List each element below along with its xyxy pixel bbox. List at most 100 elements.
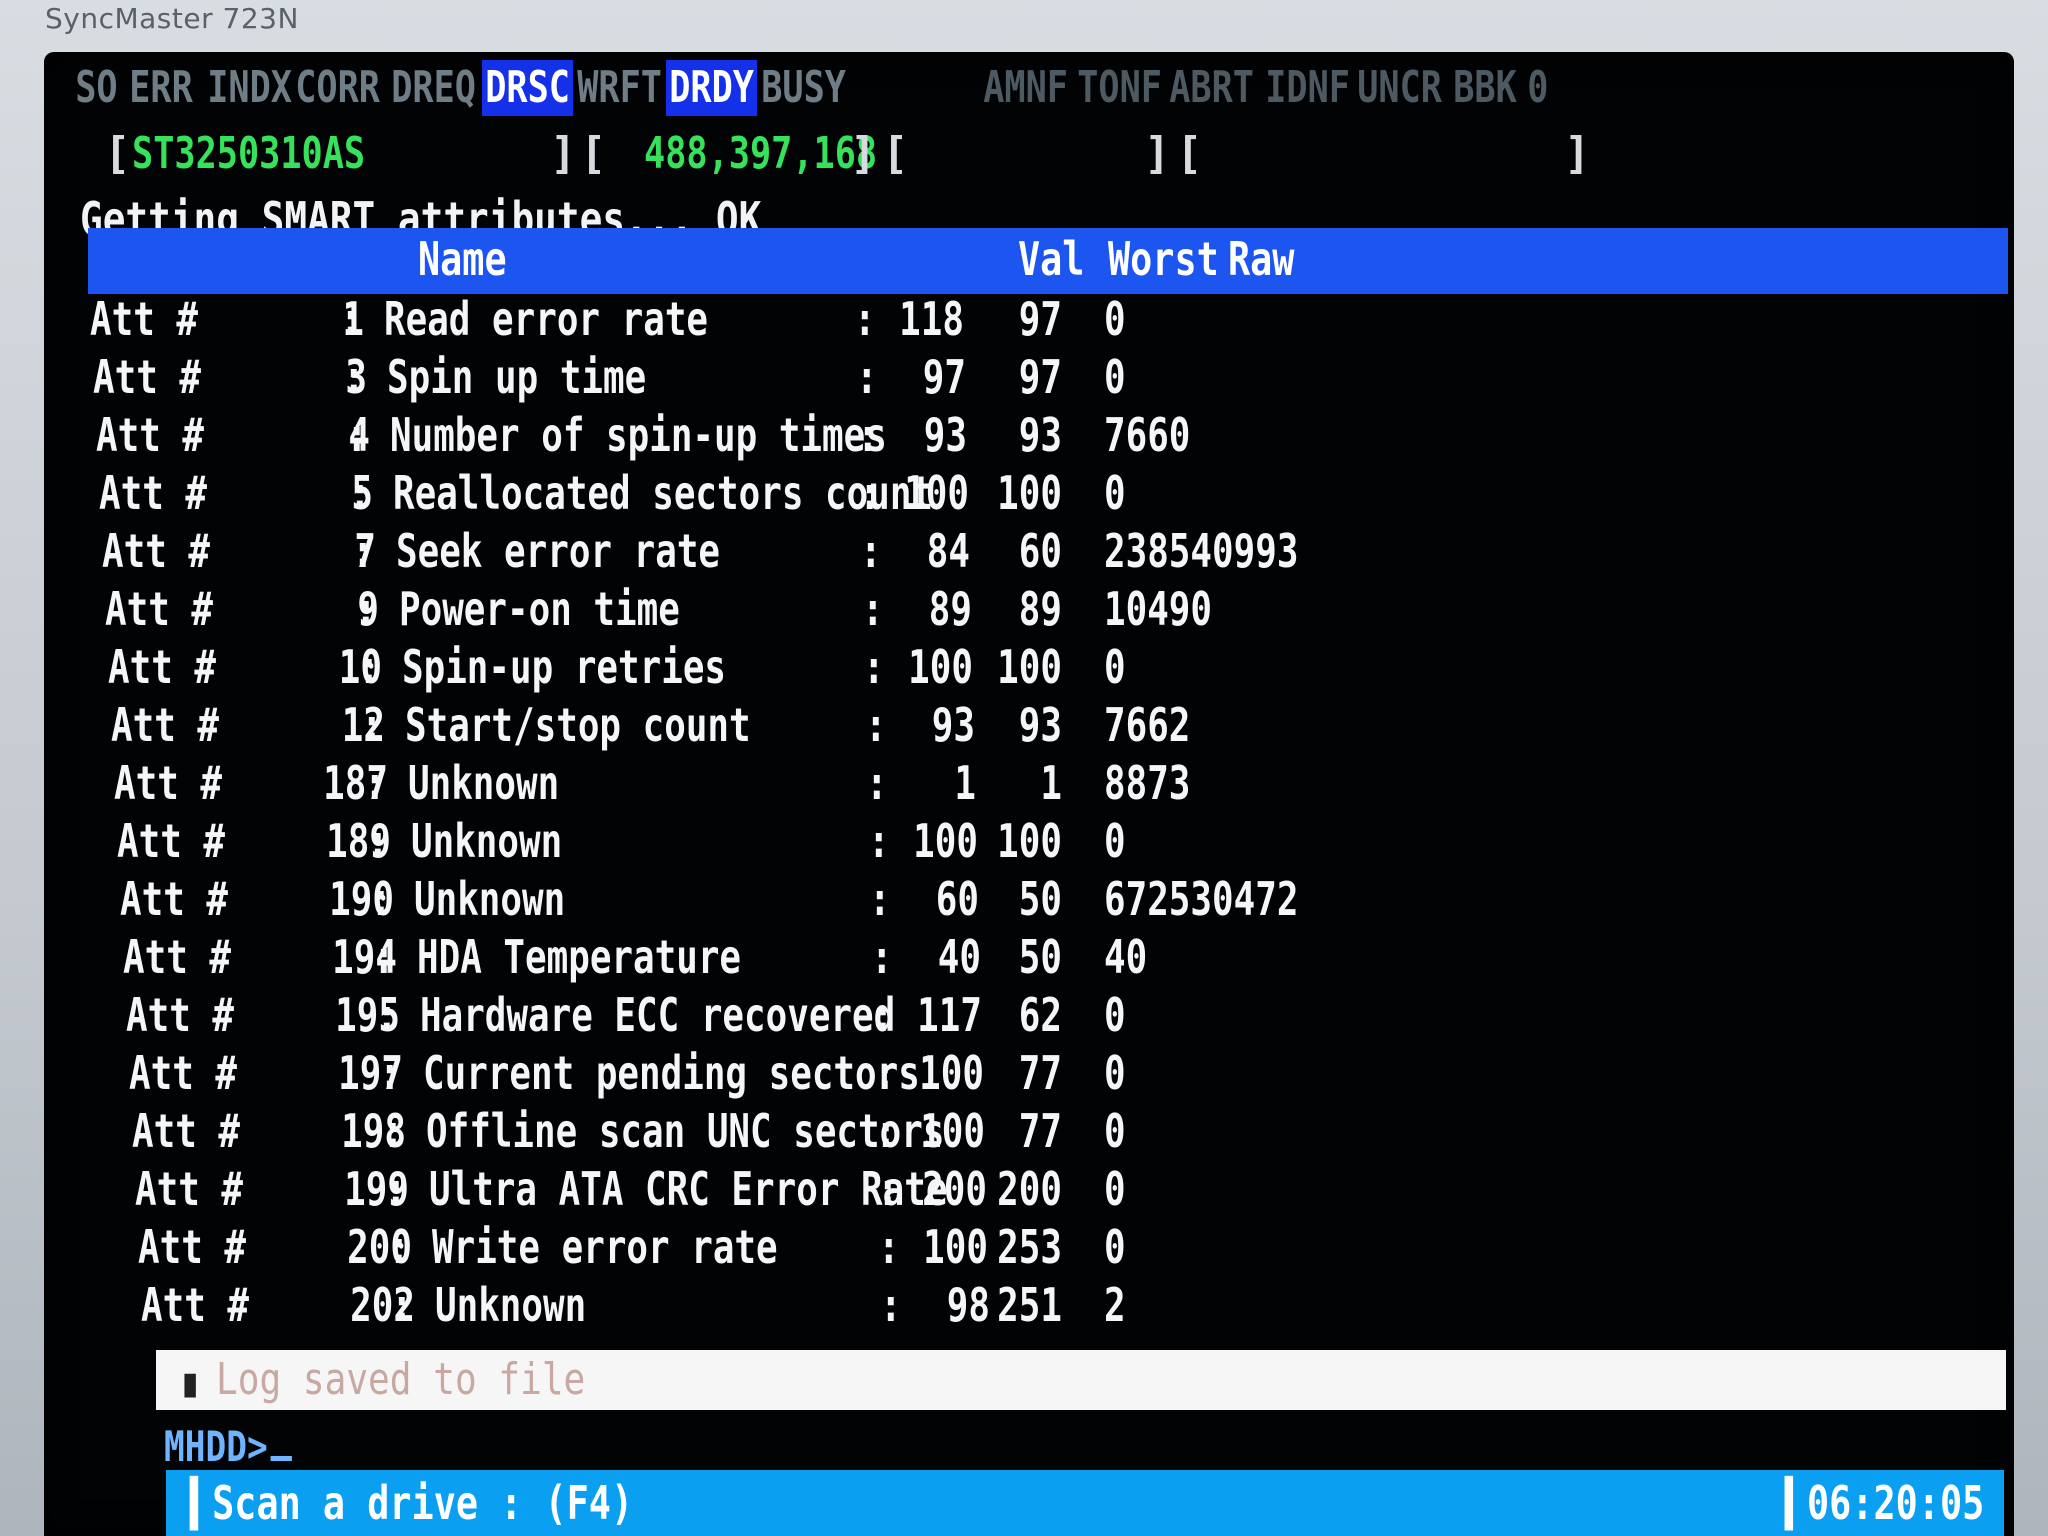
- attr-separator: :: [355, 582, 377, 636]
- attr-val: 89: [928, 582, 972, 636]
- attr-worst: 77: [1018, 1046, 1062, 1100]
- attr-name: Current pending sectors: [423, 1046, 920, 1100]
- attr-prefix: Att #: [105, 582, 214, 636]
- register-flag-corr: CORR: [295, 62, 380, 113]
- attr-separator: :: [857, 408, 879, 462]
- attr-val: 100: [919, 1046, 984, 1100]
- attr-separator: :: [875, 1104, 897, 1158]
- attr-val: 200: [922, 1162, 987, 1216]
- attr-raw: 672530472: [1104, 872, 1299, 926]
- drive-info-row: [ ST3250310AS ] [ 488,397,168 ] [ ] [ ]: [104, 128, 2004, 188]
- attr-separator: :: [370, 872, 392, 926]
- attr-separator: :: [346, 408, 368, 462]
- attr-separator: :: [854, 292, 876, 346]
- register-flag-indx: INDX: [207, 62, 292, 113]
- table-row: Att #1: Read error rate:118 97 0: [44, 292, 1944, 350]
- log-message: Log saved to file: [216, 1354, 586, 1405]
- attr-separator: :: [340, 292, 362, 346]
- command-prompt[interactable]: MHDD>: [164, 1422, 293, 1471]
- attr-val: 84: [926, 524, 970, 578]
- prompt-label: MHDD>: [164, 1422, 268, 1471]
- bracket-close: ]: [550, 128, 577, 179]
- table-row: Att #194: HDA Temperature:40 50 40: [44, 930, 1944, 988]
- attr-name: Ultra ATA CRC Error Rate: [429, 1162, 948, 1216]
- attr-val: 118: [899, 292, 964, 346]
- attr-separator: :: [871, 930, 893, 984]
- table-row: Att #9: Power-on time:89 89 10490: [44, 582, 1944, 640]
- attr-name: Seek error rate: [396, 524, 721, 578]
- table-row: Att #4: Number of spin-up times:93 93 7660: [44, 408, 1944, 466]
- attr-worst: 93: [1018, 408, 1062, 462]
- register-flag-0: 0: [1527, 62, 1549, 113]
- table-row: Att #199: Ultra ATA CRC Error Rate:200 200…: [44, 1162, 1944, 1220]
- attr-prefix: Att #: [126, 988, 235, 1042]
- attr-name: Unknown: [411, 814, 563, 868]
- attr-val: 40: [937, 930, 981, 984]
- attr-separator: :: [376, 988, 398, 1042]
- attr-prefix: Att #: [120, 872, 229, 926]
- attr-prefix: Att #: [99, 466, 208, 520]
- attr-prefix: Att #: [141, 1278, 250, 1332]
- attr-worst: 50: [1018, 930, 1062, 984]
- drive-capacity: 488,397,168: [644, 128, 878, 179]
- attr-worst: 97: [1018, 292, 1062, 346]
- attr-val: 97: [922, 350, 966, 404]
- register-flag-tonf: TONF: [1077, 62, 1162, 113]
- scan-drive-hint[interactable]: ▍Scan a drive : (F4): [190, 1476, 633, 1530]
- bracket-open: [: [1176, 128, 1203, 179]
- attr-worst: 1: [1040, 756, 1062, 810]
- attr-val: 100: [923, 1220, 988, 1274]
- attr-name: Start/stop count: [405, 698, 751, 752]
- register-flag-dreq: DREQ: [391, 62, 476, 113]
- attr-prefix: Att #: [111, 698, 220, 752]
- bracket-close: ]: [850, 128, 877, 179]
- table-row: Att #195: Hardware ECC recovered:117 62 0: [44, 988, 1944, 1046]
- attr-val: 100: [920, 1104, 985, 1158]
- attr-prefix: Att #: [132, 1104, 241, 1158]
- attr-raw: 0: [1104, 292, 1126, 346]
- attr-raw: 0: [1104, 640, 1126, 694]
- table-row: Att #190: Unknown:60 50 672530472: [44, 872, 1944, 930]
- drive-model: ST3250310AS: [132, 128, 366, 179]
- table-row: Att #187: Unknown:1 1 8873: [44, 756, 1944, 814]
- table-row: Att #12: Start/stop count:93 93 7662: [44, 698, 1944, 756]
- register-flag-wrft: WRFT: [577, 62, 662, 113]
- attr-separator: :: [367, 814, 389, 868]
- table-row: Att #198: Offline scan UNC sectors:100 77 0: [44, 1104, 1944, 1162]
- attr-prefix: Att #: [102, 524, 211, 578]
- attr-separator: :: [373, 930, 395, 984]
- register-flag-abrt: ABRT: [1169, 62, 1254, 113]
- attr-worst: 50: [1018, 872, 1062, 926]
- log-bullet-icon: ▮: [178, 1360, 203, 1406]
- attr-separator: :: [358, 640, 380, 694]
- attr-prefix: Att #: [93, 350, 202, 404]
- attr-worst: 200: [997, 1162, 1062, 1216]
- attr-separator: :: [878, 1220, 900, 1274]
- bracket-open: [: [882, 128, 909, 179]
- attr-name: Unknown: [414, 872, 566, 926]
- monitor-bezel: SyncMaster 723N SO ERR INDX CORR DREQ DRSC WRF…: [0, 0, 2048, 1536]
- text-cursor: [270, 1456, 293, 1461]
- attr-raw: 40: [1104, 930, 1148, 984]
- header-val: Val: [1018, 232, 1085, 286]
- attr-prefix: Att #: [129, 1046, 238, 1100]
- header-worst: Worst: [1108, 232, 1219, 286]
- table-row: Att #10: Spin-up retries:100 100 0: [44, 640, 1944, 698]
- attr-worst: 253: [997, 1220, 1062, 1274]
- attr-val: 93: [931, 698, 975, 752]
- attr-val: 93: [923, 408, 967, 462]
- attr-raw: 0: [1104, 1104, 1126, 1158]
- table-row: Att #3: Spin up time:97 97 0: [44, 350, 1944, 408]
- log-message-bar: ▮ Log saved to file: [156, 1350, 2006, 1410]
- attr-separator: :: [877, 1162, 899, 1216]
- attr-worst: 251: [997, 1278, 1062, 1332]
- monitor-brand-label: SyncMaster 723N: [45, 2, 299, 35]
- attr-worst: 100: [997, 814, 1062, 868]
- clock: ▍06:20:05: [1784, 1476, 1984, 1530]
- attr-prefix: Att #: [138, 1220, 247, 1274]
- attr-raw: 0: [1104, 1220, 1126, 1274]
- attr-name: Read error rate: [384, 292, 709, 346]
- register-flag-uncr: UNCR: [1357, 62, 1442, 113]
- attr-separator: :: [364, 756, 386, 810]
- attr-name: HDA Temperature: [417, 930, 742, 984]
